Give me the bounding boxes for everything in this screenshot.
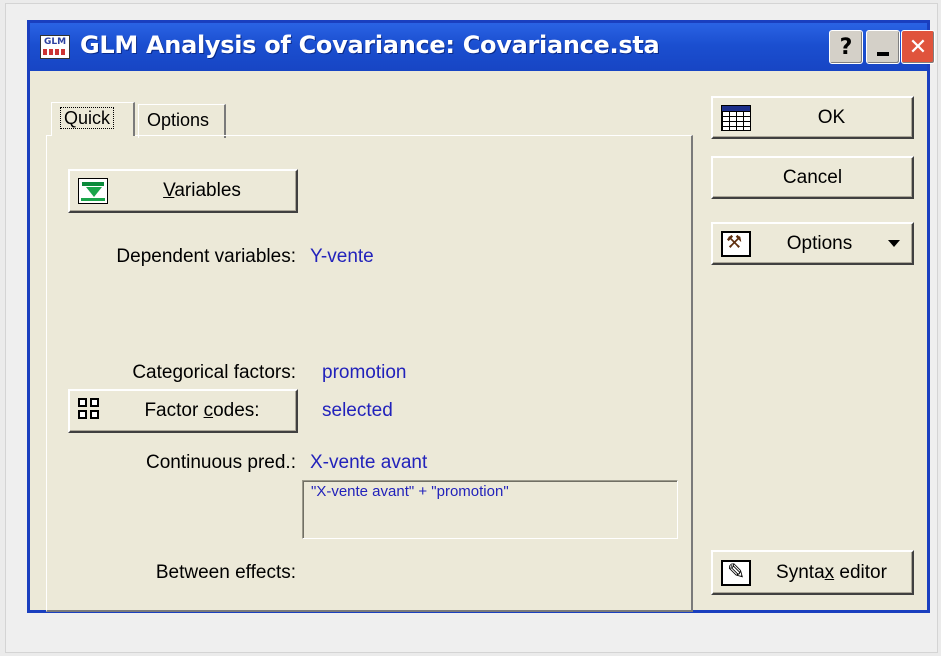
syntax-editor-button-label: Syntax editor xyxy=(776,561,887,583)
glm-app-icon: GLM xyxy=(40,35,70,59)
cancel-button-label: Cancel xyxy=(782,166,843,188)
continuous-pred-value: X-vente avant xyxy=(310,452,428,473)
tab-options-label: Options xyxy=(147,110,210,130)
variables-button-label: Variables xyxy=(163,180,241,201)
between-effects-text: "X-vente avant" + "promotion" xyxy=(311,483,509,500)
help-icon: ? xyxy=(839,34,853,60)
between-effects-label: Between effects: xyxy=(155,562,296,583)
window-title: GLM Analysis of Covariance: Covariance.s… xyxy=(80,31,660,59)
help-button[interactable]: ? xyxy=(829,30,863,64)
factor-codes-button-label: Factor codes: xyxy=(144,400,260,421)
ok-button-label: OK xyxy=(817,106,846,128)
cancel-button[interactable]: Cancel xyxy=(711,156,914,199)
options-hammer-icon xyxy=(721,230,751,257)
categorical-factors-label: Categorical factors: xyxy=(132,362,296,383)
ok-button[interactable]: OK xyxy=(711,96,914,139)
minimize-button[interactable] xyxy=(866,30,900,64)
close-button[interactable]: ✕ xyxy=(901,30,935,64)
syntax-editor-button[interactable]: Syntax editor xyxy=(711,550,914,595)
options-menu-button[interactable]: Options xyxy=(711,222,914,265)
dependent-variables-label: Dependent variables: xyxy=(116,246,296,267)
tab-options[interactable]: Options xyxy=(138,104,226,138)
factor-codes-value: selected xyxy=(322,400,393,421)
tab-quick[interactable]: Quick xyxy=(51,102,135,136)
categorical-factors-value: promotion xyxy=(322,362,407,383)
syntax-editor-icon xyxy=(721,559,751,586)
continuous-pred-label: Continuous pred.: xyxy=(146,452,296,473)
quick-tab-panel: Variables Dependent variables: Y-vente C… xyxy=(46,135,693,612)
dependent-variables-value: Y-vente xyxy=(310,246,374,267)
chevron-down-icon xyxy=(888,240,900,247)
factor-codes-button[interactable]: Factor codes: xyxy=(68,389,298,433)
spreadsheet-icon xyxy=(721,104,751,131)
tab-quick-label: Quick xyxy=(60,107,115,129)
title-bar[interactable]: GLM GLM Analysis of Covariance: Covarian… xyxy=(30,23,935,71)
close-icon: ✕ xyxy=(908,34,928,60)
dialog-window: GLM GLM Analysis of Covariance: Covarian… xyxy=(27,20,935,613)
variables-icon xyxy=(78,178,108,204)
dialog-client-area: Quick Options Variables Dependent variab… xyxy=(30,71,927,612)
minimize-icon xyxy=(877,52,889,56)
options-button-label: Options xyxy=(786,232,853,254)
between-effects-field[interactable]: "X-vente avant" + "promotion" xyxy=(302,480,678,539)
factor-codes-icon xyxy=(78,398,108,424)
variables-button[interactable]: Variables xyxy=(68,169,298,213)
